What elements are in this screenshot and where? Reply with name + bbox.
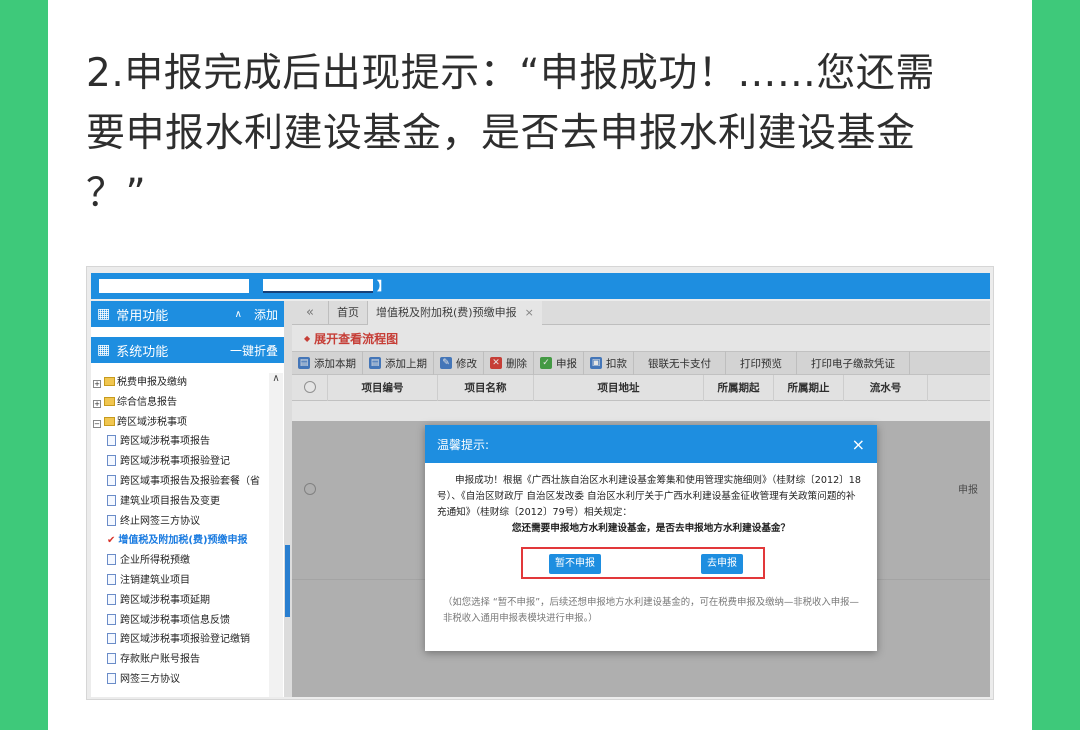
tree-item[interactable]: 跨区域事项报告及报验套餐（省: [91, 472, 267, 492]
document-icon: [107, 455, 116, 467]
close-icon[interactable]: ×: [852, 435, 865, 454]
dialog-message: 申报成功！根据《广西壮族自治区水利建设基金筹集和使用管理实施细则》（桂财综〔20…: [437, 475, 861, 518]
document-icon: [107, 613, 116, 625]
tree-item[interactable]: 企业所得税预缴: [91, 551, 267, 571]
collapse-icon[interactable]: −: [93, 419, 101, 428]
tree-item[interactable]: 终止网签三方协议: [91, 512, 267, 532]
tree-item[interactable]: 注销建筑业项目: [91, 571, 267, 591]
common-functions-label: 常用功能: [116, 308, 169, 324]
dialog-title-bar: 温馨提示: ×: [425, 425, 877, 463]
redacted-field: [263, 279, 373, 293]
heading-line-3: ？”: [86, 171, 147, 216]
success-dialog: 温馨提示: × 申报成功！根据《广西壮族自治区水利建设基金筹集和使用管理实施细则…: [425, 425, 877, 651]
tree-item[interactable]: 网签三方协议: [91, 670, 267, 690]
tree-item-active[interactable]: ✔ 增值税及附加税(费)预缴申报: [91, 531, 267, 551]
modal-backdrop: [292, 301, 990, 421]
dialog-question: 您还需要申报地方水利建设基金，是否去申报地方水利建设基金？: [511, 523, 791, 534]
tree-item[interactable]: 跨区域涉税事项报告: [91, 432, 267, 452]
document-icon: [107, 653, 116, 665]
app-top-bar: 】: [91, 273, 990, 299]
folder-icon: [104, 396, 115, 406]
chevron-up-icon[interactable]: ∧: [269, 373, 283, 384]
function-tree: + 税费申报及缴纳 + 综合信息报告 − 跨区域涉税事项 跨区域涉税事项报告 跨区域涉…: [91, 373, 267, 690]
system-functions-header[interactable]: ▦ 系统功能 一键折叠: [91, 337, 284, 363]
dialog-title: 温馨提示:: [437, 437, 490, 452]
common-functions-header[interactable]: ▦ 常用功能 ∧ 添加: [91, 301, 284, 327]
tree-item[interactable]: + 综合信息报告: [91, 393, 267, 413]
tree-item[interactable]: 跨区域涉税事项信息反馈: [91, 611, 267, 631]
bracket-text: 】: [377, 279, 390, 293]
sidebar-scrollbar[interactable]: ∧: [269, 373, 283, 697]
app-screenshot: 】 ▦ 常用功能 ∧ 添加 ▦ 系统功能 一键折叠 + 税费申报及缴纳 + 综合信息…: [86, 266, 994, 700]
add-button[interactable]: 添加: [254, 306, 278, 323]
folder-icon: [104, 377, 115, 386]
tree-item[interactable]: 建筑业项目报告及变更: [91, 492, 267, 512]
heading-line-2: 要申报水利建设基金，是否去申报水利建设基金: [86, 111, 916, 156]
tree-item[interactable]: 存款账户账号报告: [91, 650, 267, 670]
dialog-body: 申报成功！根据《广西壮族自治区水利建设基金筹集和使用管理实施细则》（桂财综〔20…: [425, 463, 877, 537]
redacted-field: [99, 279, 249, 293]
document-icon: [107, 474, 116, 486]
tree-item[interactable]: 跨区域涉税事项报验登记缴销: [91, 630, 267, 650]
go-declare-button[interactable]: 去申报: [701, 554, 743, 574]
checkmark-icon: ✔: [107, 535, 116, 547]
document-icon: [107, 494, 116, 506]
instruction-heading: 2.申报完成后出现提示：“申报成功！……您还需 要申报水利建设基金，是否去申报水…: [86, 44, 1006, 224]
tree-item[interactable]: 跨区域涉税事项延期: [91, 591, 267, 611]
choice-highlight: 暂不申报 去申报: [521, 547, 765, 579]
grid-icon: ▦: [97, 306, 111, 322]
document-icon: [107, 573, 116, 585]
system-functions-label: 系统功能: [116, 344, 169, 360]
document-icon: [107, 593, 116, 605]
folder-open-icon: [104, 416, 115, 426]
heading-line-1: 2.申报完成后出现提示：“申报成功！……您还需: [86, 51, 935, 96]
document-icon: [107, 672, 116, 684]
document-icon: [107, 435, 116, 447]
tree-item[interactable]: + 税费申报及缴纳: [91, 373, 267, 393]
panel-splitter[interactable]: [284, 301, 292, 697]
grid-icon: ▦: [97, 342, 111, 358]
tree-item[interactable]: − 跨区域涉税事项: [91, 413, 267, 433]
tree-item[interactable]: 跨区域涉税事项报验登记: [91, 452, 267, 472]
document-icon: [107, 514, 116, 526]
dialog-note: （如您选择 “暂不申报”，后续还想申报地方水利建设基金的，可在税费申报及缴纳—非…: [443, 597, 859, 624]
chevron-up-icon[interactable]: ∧: [235, 309, 242, 320]
sidebar: ▦ 常用功能 ∧ 添加 ▦ 系统功能 一键折叠 + 税费申报及缴纳 + 综合信息报告…: [91, 301, 284, 697]
not-now-button[interactable]: 暂不申报: [549, 554, 601, 574]
expand-icon[interactable]: +: [93, 399, 101, 408]
collapse-handle[interactable]: [285, 545, 290, 617]
document-icon: [107, 554, 116, 566]
document-icon: [107, 633, 116, 645]
expand-icon[interactable]: +: [93, 380, 101, 388]
collapse-all-button[interactable]: 一键折叠: [230, 342, 278, 359]
